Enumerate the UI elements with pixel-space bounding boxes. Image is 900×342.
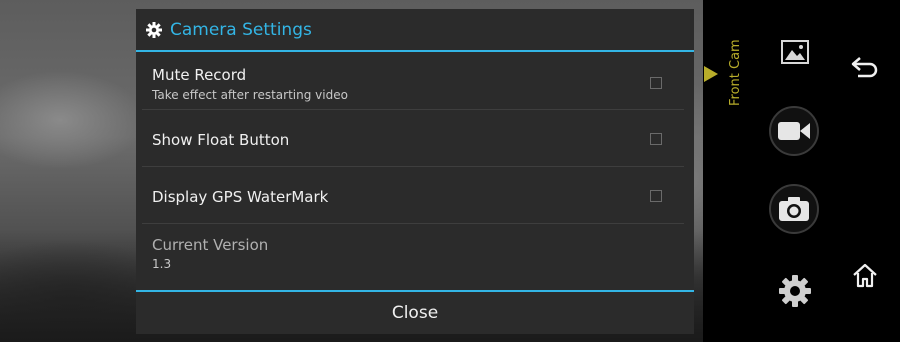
setting-show-float-button[interactable]: Show Float Button bbox=[142, 110, 684, 167]
setting-display-gps-watermark[interactable]: Display GPS WaterMark bbox=[142, 167, 684, 224]
front-cam-label[interactable]: Front Cam bbox=[728, 39, 743, 106]
close-button[interactable]: Close bbox=[136, 292, 694, 334]
display-gps-watermark-checkbox[interactable] bbox=[650, 190, 662, 202]
setting-title: Current Version bbox=[152, 236, 269, 254]
mute-record-checkbox[interactable] bbox=[650, 77, 662, 89]
record-video-button[interactable] bbox=[769, 106, 819, 156]
dialog-title: Camera Settings bbox=[170, 19, 312, 40]
dialog-header: Camera Settings bbox=[136, 9, 694, 52]
home-icon[interactable] bbox=[851, 262, 879, 290]
settings-list: Mute Record Take effect after restarting… bbox=[136, 52, 694, 284]
camera-settings-dialog: Camera Settings Mute Record Take effect … bbox=[136, 9, 694, 334]
gear-icon bbox=[146, 21, 162, 38]
setting-mute-record[interactable]: Mute Record Take effect after restarting… bbox=[142, 52, 684, 110]
version-value: 1.3 bbox=[152, 257, 172, 271]
camera-screen: Front Cam Camera Settings Mute Record Ta… bbox=[0, 0, 900, 342]
settings-button[interactable] bbox=[778, 274, 812, 308]
back-arrow-icon[interactable] bbox=[850, 54, 880, 80]
take-photo-button[interactable] bbox=[769, 184, 819, 234]
setting-current-version: Current Version 1.3 bbox=[142, 224, 684, 284]
gallery-icon[interactable] bbox=[781, 40, 809, 64]
show-float-button-checkbox[interactable] bbox=[650, 133, 662, 145]
setting-title: Mute Record bbox=[152, 66, 247, 84]
setting-title: Display GPS WaterMark bbox=[152, 188, 329, 206]
setting-title: Show Float Button bbox=[152, 131, 290, 149]
front-cam-indicator-icon bbox=[704, 66, 718, 82]
setting-summary: Take effect after restarting video bbox=[152, 88, 348, 102]
photo-camera-icon bbox=[779, 197, 809, 221]
video-camera-icon bbox=[778, 122, 810, 140]
